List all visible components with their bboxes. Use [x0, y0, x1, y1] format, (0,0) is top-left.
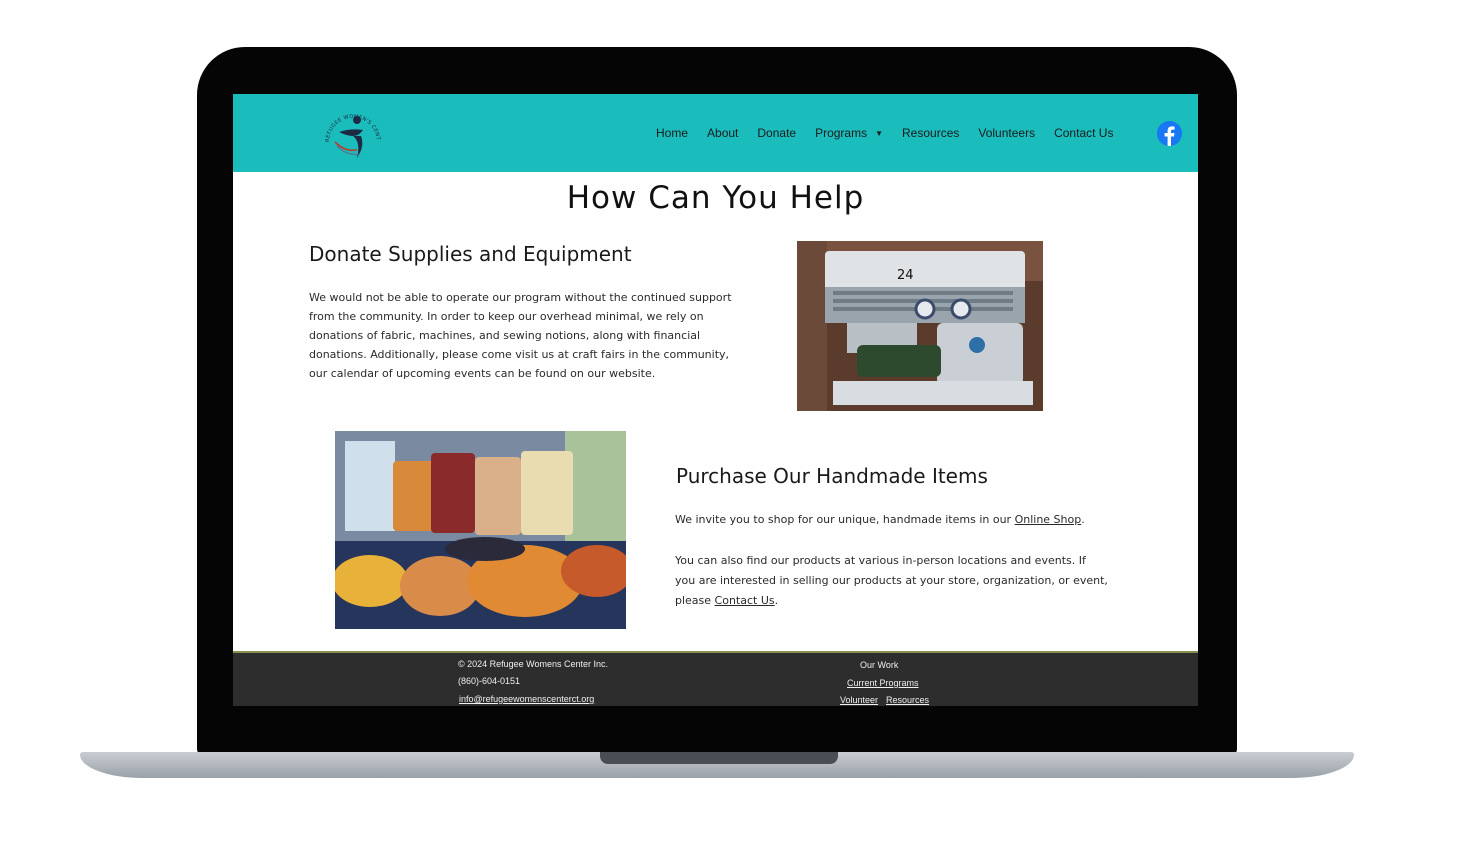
purchase-paragraph-1: We invite you to shop for our unique, ha…: [675, 510, 1115, 529]
caret-down-icon[interactable]: ▼: [875, 129, 883, 138]
laptop-notch: [600, 752, 838, 764]
footer-our-work-heading: Our Work: [860, 660, 899, 670]
donate-line: We would not be able to operate our prog…: [309, 291, 732, 304]
refugee-womens-center-logo[interactable]: REFUGEE WOMEN'S CENTER: [321, 102, 385, 166]
period: .: [774, 594, 779, 607]
page-title: How Can You Help: [566, 180, 865, 216]
svg-text:REFUGEE WOMEN'S CENTER: REFUGEE WOMEN'S CENTER: [321, 102, 381, 142]
donate-line: our calendar of upcoming events can be f…: [309, 367, 656, 380]
purchase-paragraph-2: You can also find our products at variou…: [675, 551, 1125, 611]
footer-volunteer-link[interactable]: Volunteer: [840, 695, 878, 705]
handmade-bags-photo: [335, 431, 626, 629]
purchase-line: you are interested in selling our produc…: [675, 574, 1108, 587]
nav-contact-us[interactable]: Contact Us: [1054, 126, 1113, 140]
online-shop-link[interactable]: Online Shop: [1015, 513, 1082, 526]
main-nav: Home About Donate Programs ▼ Resources V…: [656, 94, 1113, 172]
nav-volunteers[interactable]: Volunteers: [978, 126, 1035, 140]
footer-resources-link[interactable]: Resources: [886, 695, 929, 705]
facebook-icon[interactable]: [1157, 121, 1182, 146]
nav-donate[interactable]: Donate: [757, 126, 796, 140]
donate-line: donations. Additionally, please come vis…: [309, 348, 730, 361]
donate-paragraph: We would not be able to operate our prog…: [309, 288, 749, 383]
site-footer: © 2024 Refugee Womens Center Inc. (860)-…: [233, 651, 1198, 706]
nav-programs-label: Programs: [815, 126, 868, 140]
sewing-machine-photo: 24: [797, 241, 1043, 411]
photo-number-label: 24: [897, 268, 914, 283]
purchase-text: We invite you to shop for our unique, ha…: [675, 513, 1015, 526]
donate-line: donations of fabric, machines, and sewin…: [309, 329, 701, 342]
purchase-heading: Purchase Our Handmade Items: [676, 464, 988, 488]
nav-home[interactable]: Home: [656, 126, 688, 140]
footer-phone: (860)-604-0151: [458, 676, 521, 686]
nav-resources[interactable]: Resources: [902, 126, 959, 140]
purchase-line: You can also find our products at variou…: [675, 554, 1086, 567]
site-header: REFUGEE WOMEN'S CENTER Home About Donate…: [233, 94, 1198, 172]
contact-us-link[interactable]: Contact Us: [715, 594, 775, 607]
purchase-line: please Contact Us.: [675, 591, 1125, 611]
footer-copyright: © 2024 Refugee Womens Center Inc.: [458, 659, 609, 669]
nav-about[interactable]: About: [707, 126, 738, 140]
footer-email-link[interactable]: info@refugeewomenscenterct.org: [459, 694, 594, 704]
donate-line: from the community. In order to keep our…: [309, 310, 704, 323]
nav-programs[interactable]: Programs ▼: [815, 126, 883, 140]
period: .: [1081, 513, 1085, 526]
please-text: please: [675, 594, 715, 607]
donate-heading: Donate Supplies and Equipment: [309, 242, 632, 266]
footer-current-programs-link[interactable]: Current Programs: [847, 678, 919, 688]
website-screen: REFUGEE WOMEN'S CENTER Home About Donate…: [233, 94, 1198, 706]
